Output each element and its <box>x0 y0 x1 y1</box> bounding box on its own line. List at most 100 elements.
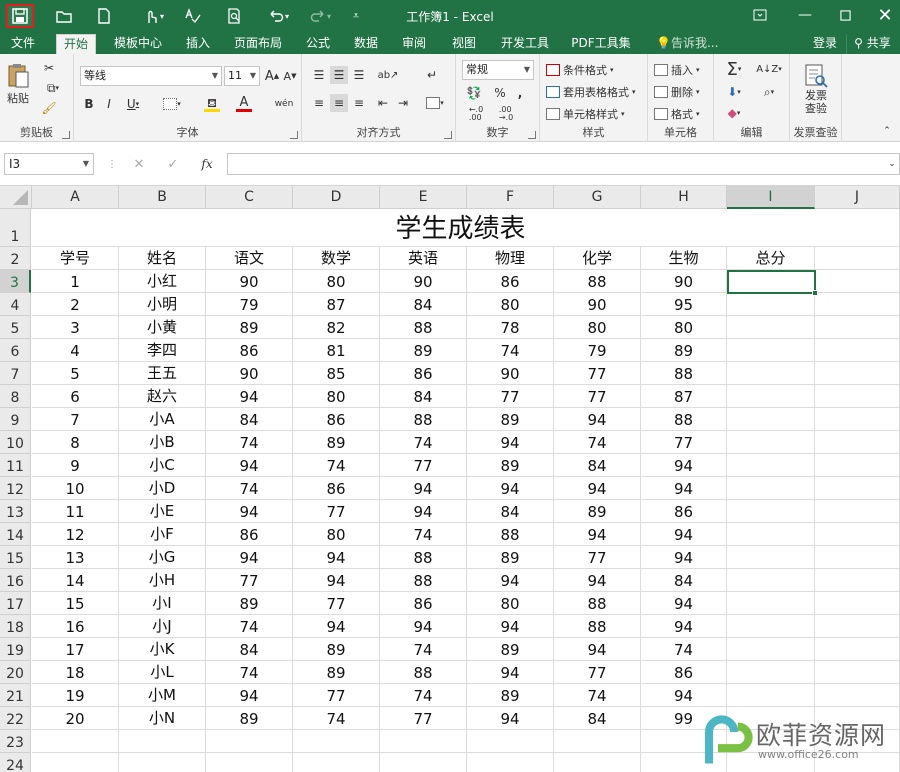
table-cell[interactable]: 94 <box>467 615 554 638</box>
tab-template-center[interactable]: 模板中心 <box>110 34 166 54</box>
table-cell[interactable]: 94 <box>641 615 727 638</box>
table-cell[interactable]: 总分 <box>727 247 815 270</box>
fill-button[interactable]: ⬇ ▾ <box>720 82 748 102</box>
table-cell[interactable]: 80 <box>293 385 380 408</box>
table-cell[interactable]: 79 <box>206 293 293 316</box>
empty-cell[interactable] <box>815 385 900 408</box>
empty-cell[interactable] <box>727 293 815 316</box>
table-cell[interactable]: 94 <box>641 477 727 500</box>
empty-cell[interactable] <box>727 316 815 339</box>
table-cell[interactable]: 84 <box>554 707 641 730</box>
table-cell[interactable]: 89 <box>641 339 727 362</box>
table-cell[interactable]: 89 <box>554 500 641 523</box>
table-cell[interactable]: 11 <box>32 500 119 523</box>
fill-color-button[interactable]: ⛾ <box>198 94 226 114</box>
table-cell[interactable]: 94 <box>641 454 727 477</box>
column-header-e[interactable]: E <box>380 186 467 209</box>
table-cell[interactable]: 74 <box>206 615 293 638</box>
bold-button[interactable]: B <box>80 94 98 114</box>
table-cell[interactable]: 小黄 <box>119 316 206 339</box>
table-cell[interactable]: 80 <box>554 316 641 339</box>
table-cell[interactable]: 77 <box>554 661 641 684</box>
table-cell[interactable]: 小E <box>119 500 206 523</box>
empty-cell[interactable] <box>815 293 900 316</box>
table-cell[interactable]: 82 <box>293 316 380 339</box>
table-cell[interactable]: 4 <box>32 339 119 362</box>
table-cell[interactable]: 89 <box>467 454 554 477</box>
empty-cell[interactable] <box>727 615 815 638</box>
table-cell[interactable]: 94 <box>554 569 641 592</box>
column-header-d[interactable]: D <box>293 186 380 209</box>
borders-button[interactable]: ▾ <box>158 94 186 114</box>
table-cell[interactable]: 95 <box>641 293 727 316</box>
table-cell[interactable]: 77 <box>554 362 641 385</box>
table-cell[interactable]: 86 <box>380 592 467 615</box>
row-header-20[interactable]: 20 <box>0 661 31 684</box>
empty-cell[interactable] <box>815 569 900 592</box>
wrap-text-button[interactable]: ↵ <box>422 66 442 84</box>
empty-cell[interactable] <box>380 753 467 772</box>
insert-cells-button[interactable]: 插入 ▾ <box>654 62 700 78</box>
login-link[interactable]: 登录 <box>808 34 842 54</box>
middle-align-button[interactable]: ☰ <box>330 66 348 84</box>
table-cell[interactable]: 89 <box>293 638 380 661</box>
empty-cell[interactable] <box>727 454 815 477</box>
row-header-17[interactable]: 17 <box>0 592 31 615</box>
align-center-button[interactable]: ≡ <box>330 94 348 112</box>
tab-review[interactable]: 审阅 <box>396 34 432 54</box>
tab-page-layout[interactable]: 页面布局 <box>230 34 286 54</box>
column-header-f[interactable]: F <box>467 186 554 209</box>
table-cell[interactable]: 89 <box>467 638 554 661</box>
empty-cell[interactable] <box>727 408 815 431</box>
table-cell[interactable]: 74 <box>206 661 293 684</box>
conditional-formatting-button[interactable]: 条件格式 ▾ <box>546 62 614 78</box>
cell-styles-button[interactable]: 单元格样式 ▾ <box>546 106 625 122</box>
table-cell[interactable]: 84 <box>467 500 554 523</box>
shrink-font-button[interactable]: A ▼ <box>282 66 298 86</box>
format-cells-button[interactable]: 格式 ▾ <box>654 106 700 122</box>
empty-cell[interactable] <box>815 546 900 569</box>
decrease-indent-button[interactable]: ⇤ <box>374 94 392 112</box>
table-cell[interactable]: 94 <box>641 592 727 615</box>
table-cell[interactable]: 74 <box>380 638 467 661</box>
table-cell[interactable]: 80 <box>293 270 380 293</box>
table-cell[interactable]: 小D <box>119 477 206 500</box>
underline-button[interactable]: U ▾ <box>120 94 146 114</box>
increase-indent-button[interactable]: ⇥ <box>394 94 412 112</box>
table-cell[interactable]: 小H <box>119 569 206 592</box>
table-cell[interactable]: 77 <box>554 385 641 408</box>
empty-cell[interactable] <box>119 753 206 772</box>
table-cell[interactable]: 90 <box>206 270 293 293</box>
table-cell[interactable]: 88 <box>554 270 641 293</box>
row-header-8[interactable]: 8 <box>0 385 31 408</box>
table-cell[interactable]: 英语 <box>380 247 467 270</box>
table-cell[interactable]: 78 <box>467 316 554 339</box>
table-cell[interactable]: 90 <box>467 362 554 385</box>
empty-cell[interactable] <box>815 339 900 362</box>
increase-decimal-button[interactable]: ←.0.00 <box>464 106 488 122</box>
empty-cell[interactable] <box>727 592 815 615</box>
column-header-h[interactable]: H <box>641 186 727 209</box>
table-cell[interactable]: 小M <box>119 684 206 707</box>
empty-cell[interactable] <box>815 408 900 431</box>
table-cell[interactable]: 9 <box>32 454 119 477</box>
empty-cell[interactable] <box>727 339 815 362</box>
table-cell[interactable]: 15 <box>32 592 119 615</box>
row-header-15[interactable]: 15 <box>0 546 31 569</box>
empty-cell[interactable] <box>206 753 293 772</box>
column-header-a[interactable]: A <box>32 186 119 209</box>
row-header-7[interactable]: 7 <box>0 362 31 385</box>
table-cell[interactable]: 74 <box>641 638 727 661</box>
cut-button[interactable]: ✂ <box>40 60 58 76</box>
table-cell[interactable]: 7 <box>32 408 119 431</box>
table-cell[interactable]: 94 <box>467 477 554 500</box>
table-cell[interactable]: 74 <box>554 431 641 454</box>
table-cell[interactable]: 5 <box>32 362 119 385</box>
select-all-button[interactable] <box>0 186 32 209</box>
empty-cell[interactable] <box>467 753 554 772</box>
table-cell[interactable]: 小红 <box>119 270 206 293</box>
table-cell[interactable]: 80 <box>641 316 727 339</box>
table-cell[interactable]: 86 <box>293 477 380 500</box>
empty-cell[interactable] <box>727 638 815 661</box>
empty-cell[interactable] <box>727 546 815 569</box>
